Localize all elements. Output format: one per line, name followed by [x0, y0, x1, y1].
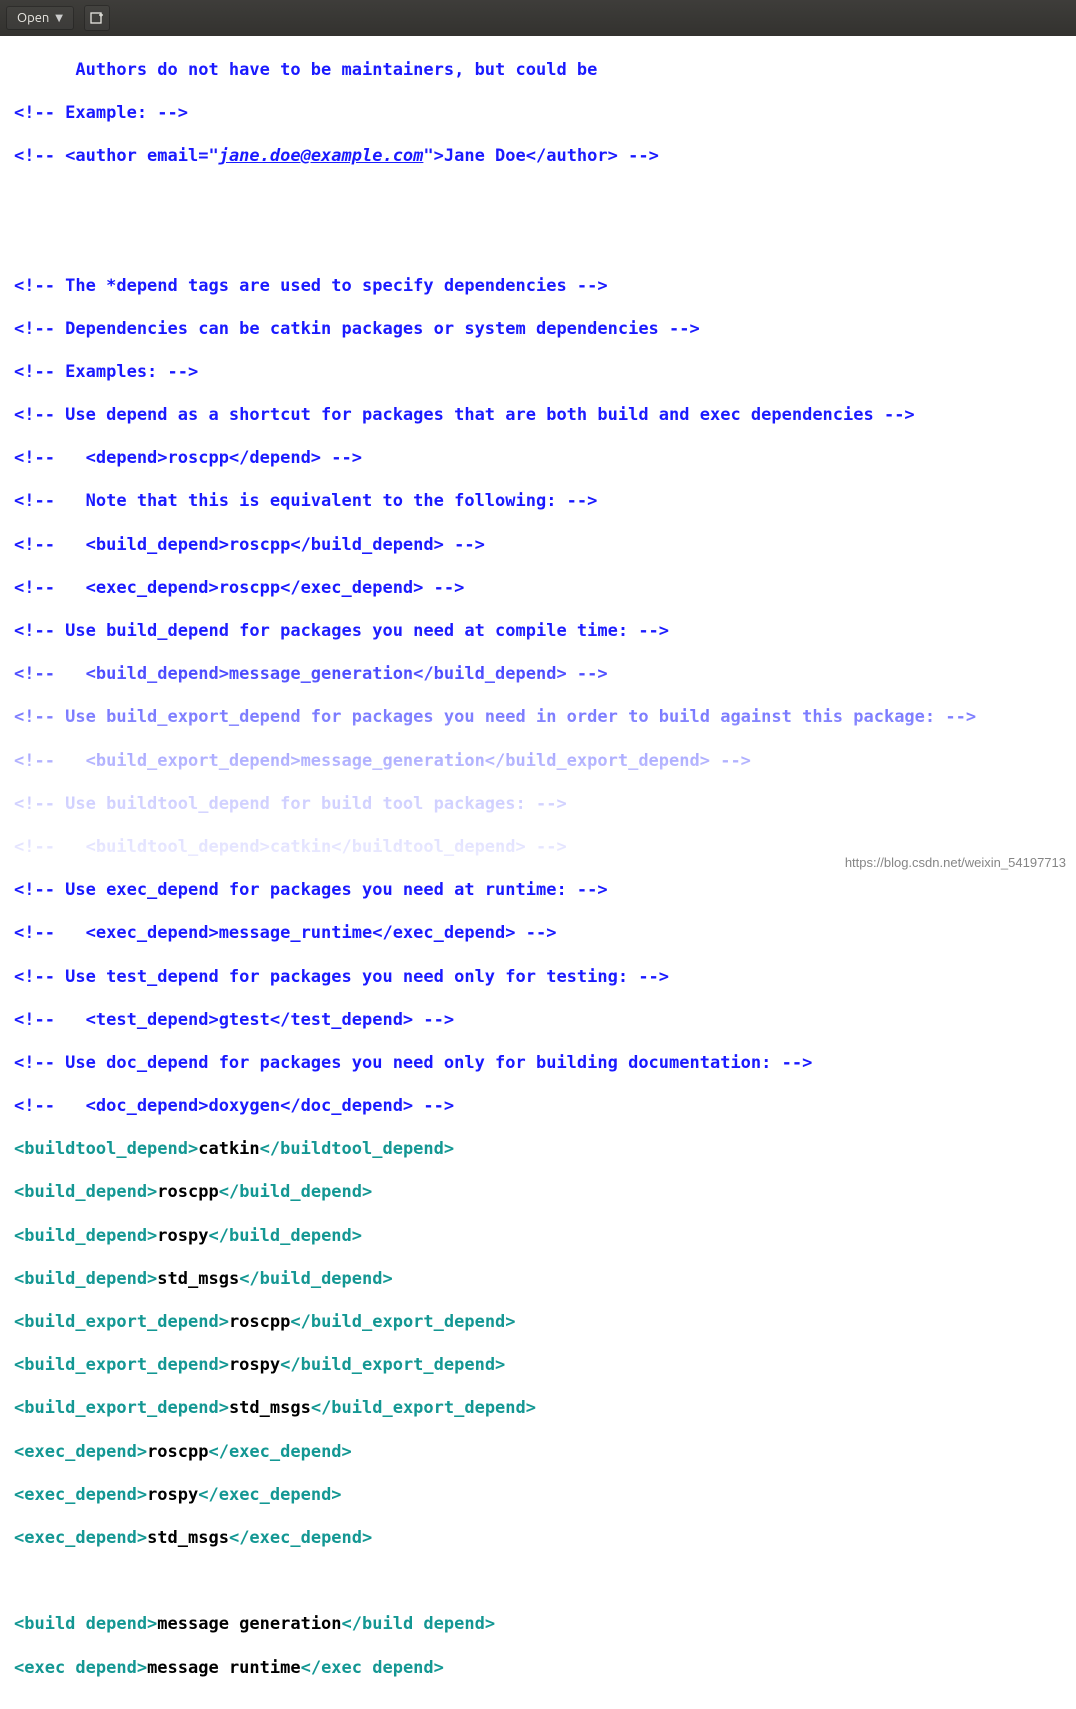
code-line: <!-- <author email="jane.doe@example.com… [14, 146, 659, 166]
watermark: https://blog.csdn.net/weixin_54197713 [845, 855, 1066, 870]
code-line: <!-- <depend>roscpp</depend> --> [14, 448, 362, 468]
code-line: <!-- <build_export_depend>message_genera… [14, 751, 751, 771]
new-tab-icon [90, 11, 104, 25]
code-line: <exec_depend>rospy</exec_depend> [14, 1485, 1062, 1507]
code-line: <!-- Dependencies can be catkin packages… [14, 319, 700, 339]
code-line: <!-- <exec_depend>roscpp</exec_depend> -… [14, 578, 464, 598]
code-line: <!-- <exec_depend>message_runtime</exec_… [14, 923, 556, 943]
code-line: <!-- Note that this is equivalent to the… [14, 491, 597, 511]
code-line: <build_depend>roscpp</build_depend> [14, 1182, 1062, 1204]
new-tab-button[interactable] [84, 5, 110, 31]
code-line: <!-- Use build_export_depend for package… [14, 707, 976, 727]
chevron-down-icon: ▼ [55, 12, 63, 24]
code-line: <!-- Example: --> [14, 103, 188, 123]
code-line: <!-- <build_depend>roscpp</build_depend>… [14, 535, 485, 555]
code-line: <!-- <test_depend>gtest</test_depend> --… [14, 1010, 454, 1030]
open-button[interactable]: Open ▼ [6, 6, 74, 30]
code-line: <!-- Use depend as a shortcut for packag… [14, 405, 915, 425]
code-line: <exec depend>message runtime</exec depen… [14, 1658, 1062, 1680]
code-line: <build_export_depend>std_msgs</build_exp… [14, 1398, 1062, 1420]
code-editor[interactable]: Authors do not have to be maintainers, b… [0, 36, 1076, 1709]
code-line: <!-- Use buildtool_depend for build tool… [14, 794, 567, 814]
code-line: <build_depend>std_msgs</build_depend> [14, 1269, 1062, 1291]
code-line: <!-- <doc_depend>doxygen</doc_depend> --… [14, 1096, 454, 1116]
code-line: <!-- Use doc_depend for packages you nee… [14, 1053, 812, 1073]
code-line: <build_depend>rospy</build_depend> [14, 1226, 1062, 1248]
code-line: <buildtool_depend>catkin</buildtool_depe… [14, 1139, 1062, 1161]
open-button-label: Open [17, 11, 49, 25]
code-line: Authors do not have to be maintainers, b… [14, 60, 597, 80]
code-line: <!-- <buildtool_depend>catkin</buildtool… [14, 837, 567, 857]
code-line: <!-- Examples: --> [14, 362, 198, 382]
code-line: <exec_depend>roscpp</exec_depend> [14, 1442, 1062, 1464]
code-line: <!-- The *depend tags are used to specif… [14, 276, 608, 296]
code-line: <build depend>message generation</build … [14, 1614, 1062, 1636]
code-line: <build_export_depend>rospy</build_export… [14, 1355, 1062, 1377]
code-line: <!-- <build_depend>message_generation</b… [14, 664, 608, 684]
code-line: <!-- Use test_depend for packages you ne… [14, 967, 669, 987]
code-line: <exec_depend>std_msgs</exec_depend> [14, 1528, 1062, 1550]
toolbar: Open ▼ [0, 0, 1076, 36]
code-line: <build_export_depend>roscpp</build_expor… [14, 1312, 1062, 1334]
code-line: <!-- Use exec_depend for packages you ne… [14, 880, 608, 900]
code-line: <!-- Use build_depend for packages you n… [14, 621, 669, 641]
